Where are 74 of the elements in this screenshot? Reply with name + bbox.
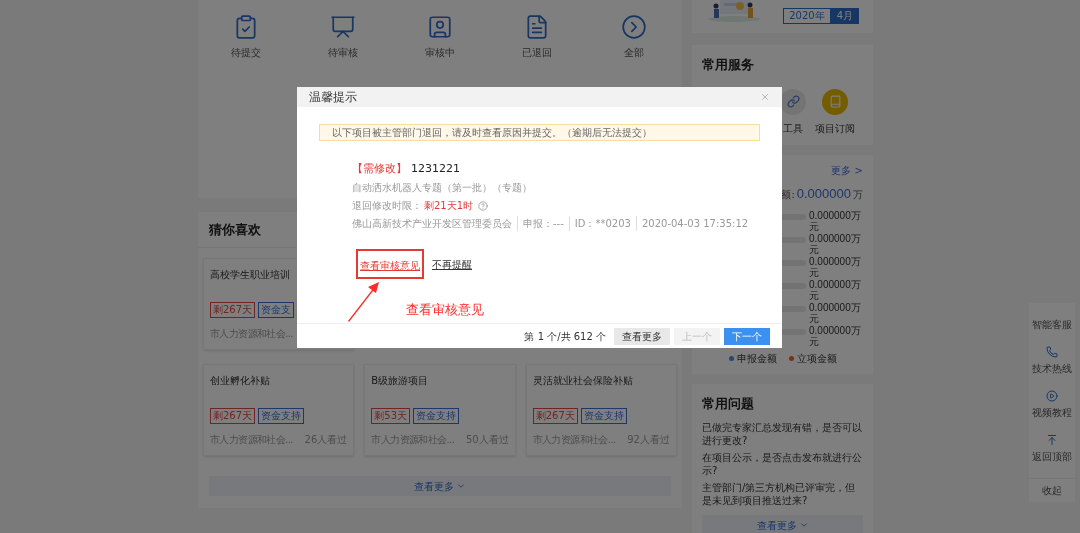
project-name: 1231221 xyxy=(411,160,460,177)
chevron-down-icon xyxy=(798,520,809,530)
deadline-label: 退回修改时限： xyxy=(352,199,422,213)
side-tool-button[interactable]: 技术热线 xyxy=(1032,346,1072,376)
easel-icon xyxy=(330,14,357,40)
annotation-text: 查看审核意见 xyxy=(406,300,484,319)
tag: 资金支持 xyxy=(580,408,627,424)
bar-value: 0.000000万元 xyxy=(809,209,862,232)
phone-icon xyxy=(1046,346,1058,358)
status-label: 【需修改】 xyxy=(352,160,407,177)
tag: 资金支持 xyxy=(258,408,305,424)
meta-text: ID：**0203 xyxy=(568,216,631,231)
close-icon[interactable] xyxy=(760,91,770,102)
card-title: B级旅游项目 xyxy=(371,374,430,388)
more-link[interactable]: 更多 > xyxy=(831,163,863,178)
card-title: 创业孵化补贴 xyxy=(210,374,271,388)
meta-text: 佛山高新技术产业开发区管理委员会 xyxy=(352,217,512,231)
help-icon[interactable] xyxy=(478,200,489,211)
chevron-circle-icon xyxy=(620,14,647,40)
tag: 剩267天 xyxy=(210,408,256,424)
side-tool-button[interactable]: 返回顶部 xyxy=(1032,434,1072,464)
card-title: 灵活就业社会保险补贴 xyxy=(532,374,634,388)
bar-value: 0.000000万元 xyxy=(809,278,862,301)
service-item[interactable]: 项目订阅 xyxy=(815,88,855,136)
dialog-title: 温馨提示 xyxy=(309,88,357,106)
tag: 剩53天 xyxy=(371,408,411,424)
bar-value: 0.000000万元 xyxy=(809,255,862,278)
meta-text: 2020-04-03 17:35:12 xyxy=(635,216,749,231)
project-subtitle: 自动洒水机器人专题（第一批）（专题） xyxy=(352,181,533,195)
faq-link[interactable]: 在项目公示，是否点击发布就进行公示? xyxy=(702,451,863,477)
legend-label: 立项金额 xyxy=(796,351,837,366)
shortcut-button[interactable]: 待提交 xyxy=(198,14,295,60)
date-tab[interactable]: 2020年 xyxy=(783,8,831,24)
bar-value: 0.000000万元 xyxy=(809,301,862,324)
pager-text: 第 1 个/共 612 个 xyxy=(524,329,606,344)
tag: 资金支持 xyxy=(413,408,460,424)
side-tool-button[interactable]: 收起 xyxy=(1029,478,1075,502)
date-tab[interactable]: 4月 xyxy=(830,8,859,24)
tag: 剩267天 xyxy=(210,302,256,318)
book-icon xyxy=(822,88,848,115)
bar-value: 0.000000万元 xyxy=(809,324,862,347)
chevron-down-icon xyxy=(456,481,466,491)
more-button[interactable]: 查看更多 xyxy=(209,476,671,496)
notice-text: 以下项目被主管部门退回，请及时查看原因并提交。（逾期后无法提交） xyxy=(332,125,652,140)
meta-text: 申报：--- xyxy=(517,216,564,231)
person-card-icon xyxy=(427,14,453,40)
shortcut-button[interactable]: 已退回 xyxy=(488,14,586,60)
review-link[interactable]: 查看审核意见 xyxy=(360,260,420,271)
section-title: 常用服务 xyxy=(702,56,755,74)
shortcut-button[interactable]: 待审核 xyxy=(294,14,392,60)
amount-value: 0.000000 xyxy=(796,185,851,203)
dialog-button[interactable]: 下一个 xyxy=(724,327,770,345)
faq-link[interactable]: 主管部门/第三方机构已评审完，但是未见到项目推送过来? xyxy=(702,481,863,507)
play-icon xyxy=(1046,390,1058,402)
shortcut-button[interactable]: 全部 xyxy=(585,14,682,60)
tag: 剩267天 xyxy=(532,408,578,424)
side-tool-button[interactable]: 视频教程 xyxy=(1032,390,1072,420)
shortcut-button[interactable]: 审核中 xyxy=(391,14,489,60)
card-title: 高校学生职业培训 xyxy=(210,268,291,282)
section-title: 常用问题 xyxy=(702,394,755,413)
dialog-button[interactable]: 查看更多 xyxy=(614,327,670,345)
deadline-value: 剩21天1时 xyxy=(424,199,474,213)
tag: 资金支 xyxy=(258,302,295,318)
annotation-arrow xyxy=(346,281,380,323)
section-title: 猜你喜欢 xyxy=(209,220,261,239)
legend-label: 申报金额 xyxy=(736,351,777,366)
dismiss-link[interactable]: 不再提醒 xyxy=(432,256,472,272)
back-to-top-icon xyxy=(1046,434,1058,446)
amount-label: 额: xyxy=(781,188,795,202)
amount-unit: 万 xyxy=(853,188,863,202)
side-tool-button[interactable]: 智能客服 xyxy=(1032,317,1072,332)
faq-link[interactable]: 已做完专家汇总发现有错，是否可以进行更改? xyxy=(702,421,863,447)
more-button[interactable]: 查看更多 xyxy=(702,515,863,533)
bar-value: 0.000000万元 xyxy=(809,232,862,255)
